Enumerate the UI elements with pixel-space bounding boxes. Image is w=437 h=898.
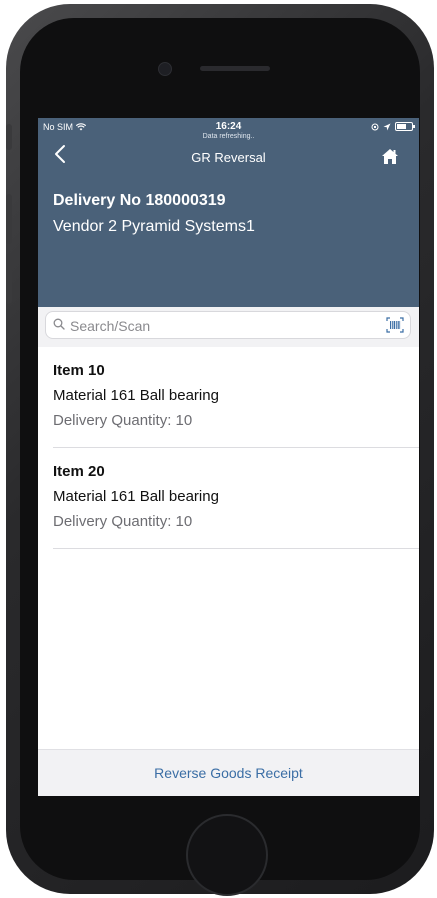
search-field-container — [45, 311, 411, 339]
list-item[interactable]: Item 10 Material 161 Ball bearing Delive… — [38, 347, 419, 448]
item-material: Material 161 Ball bearing — [53, 488, 219, 505]
volume-down-button — [6, 254, 12, 304]
home-icon — [382, 149, 398, 164]
item-title: Item 20 — [53, 463, 105, 480]
home-button[interactable] — [381, 148, 399, 170]
item-quantity: Delivery Quantity: 10 — [53, 412, 193, 429]
status-bar: No SIM 16:24 Data refreshing.. — [38, 118, 419, 140]
page-title: GR Reversal — [191, 150, 266, 165]
reverse-goods-receipt-button[interactable]: Reverse Goods Receipt — [38, 750, 419, 796]
footer-toolbar: Reverse Goods Receipt — [38, 749, 419, 796]
app-screen: No SIM 16:24 Data refreshing.. GR Revers… — [38, 118, 419, 796]
search-bar — [38, 307, 419, 347]
item-quantity: Delivery Quantity: 10 — [53, 513, 193, 530]
header: No SIM 16:24 Data refreshing.. GR Revers… — [38, 118, 419, 307]
search-icon — [53, 318, 65, 330]
clock: 16:24 — [215, 121, 242, 132]
mute-switch — [6, 124, 12, 150]
item-material: Material 161 Ball bearing — [53, 387, 219, 404]
search-input[interactable] — [68, 315, 372, 337]
vendor-name: Vendor 2 Pyramid Systems1 — [53, 218, 255, 235]
barcode-icon — [386, 317, 404, 333]
orientation-lock-icon — [371, 123, 379, 130]
navigation-bar: GR Reversal — [38, 140, 419, 174]
refresh-status: Data refreshing.. — [202, 133, 255, 140]
divider — [53, 548, 419, 549]
item-title: Item 10 — [53, 362, 105, 379]
battery-icon — [395, 122, 415, 131]
front-camera — [158, 62, 172, 76]
volume-up-button — [6, 194, 12, 244]
items-list: Item 10 Material 161 Ball bearing Delive… — [38, 347, 419, 549]
home-hardware-button[interactable] — [186, 814, 268, 896]
list-item[interactable]: Item 20 Material 161 Ball bearing Delive… — [38, 448, 419, 549]
earpiece-speaker — [200, 66, 270, 71]
location-icon — [383, 123, 391, 130]
barcode-scan-button[interactable] — [386, 317, 404, 338]
delivery-number: Delivery No 180000319 — [53, 192, 226, 209]
status-right — [371, 122, 415, 131]
